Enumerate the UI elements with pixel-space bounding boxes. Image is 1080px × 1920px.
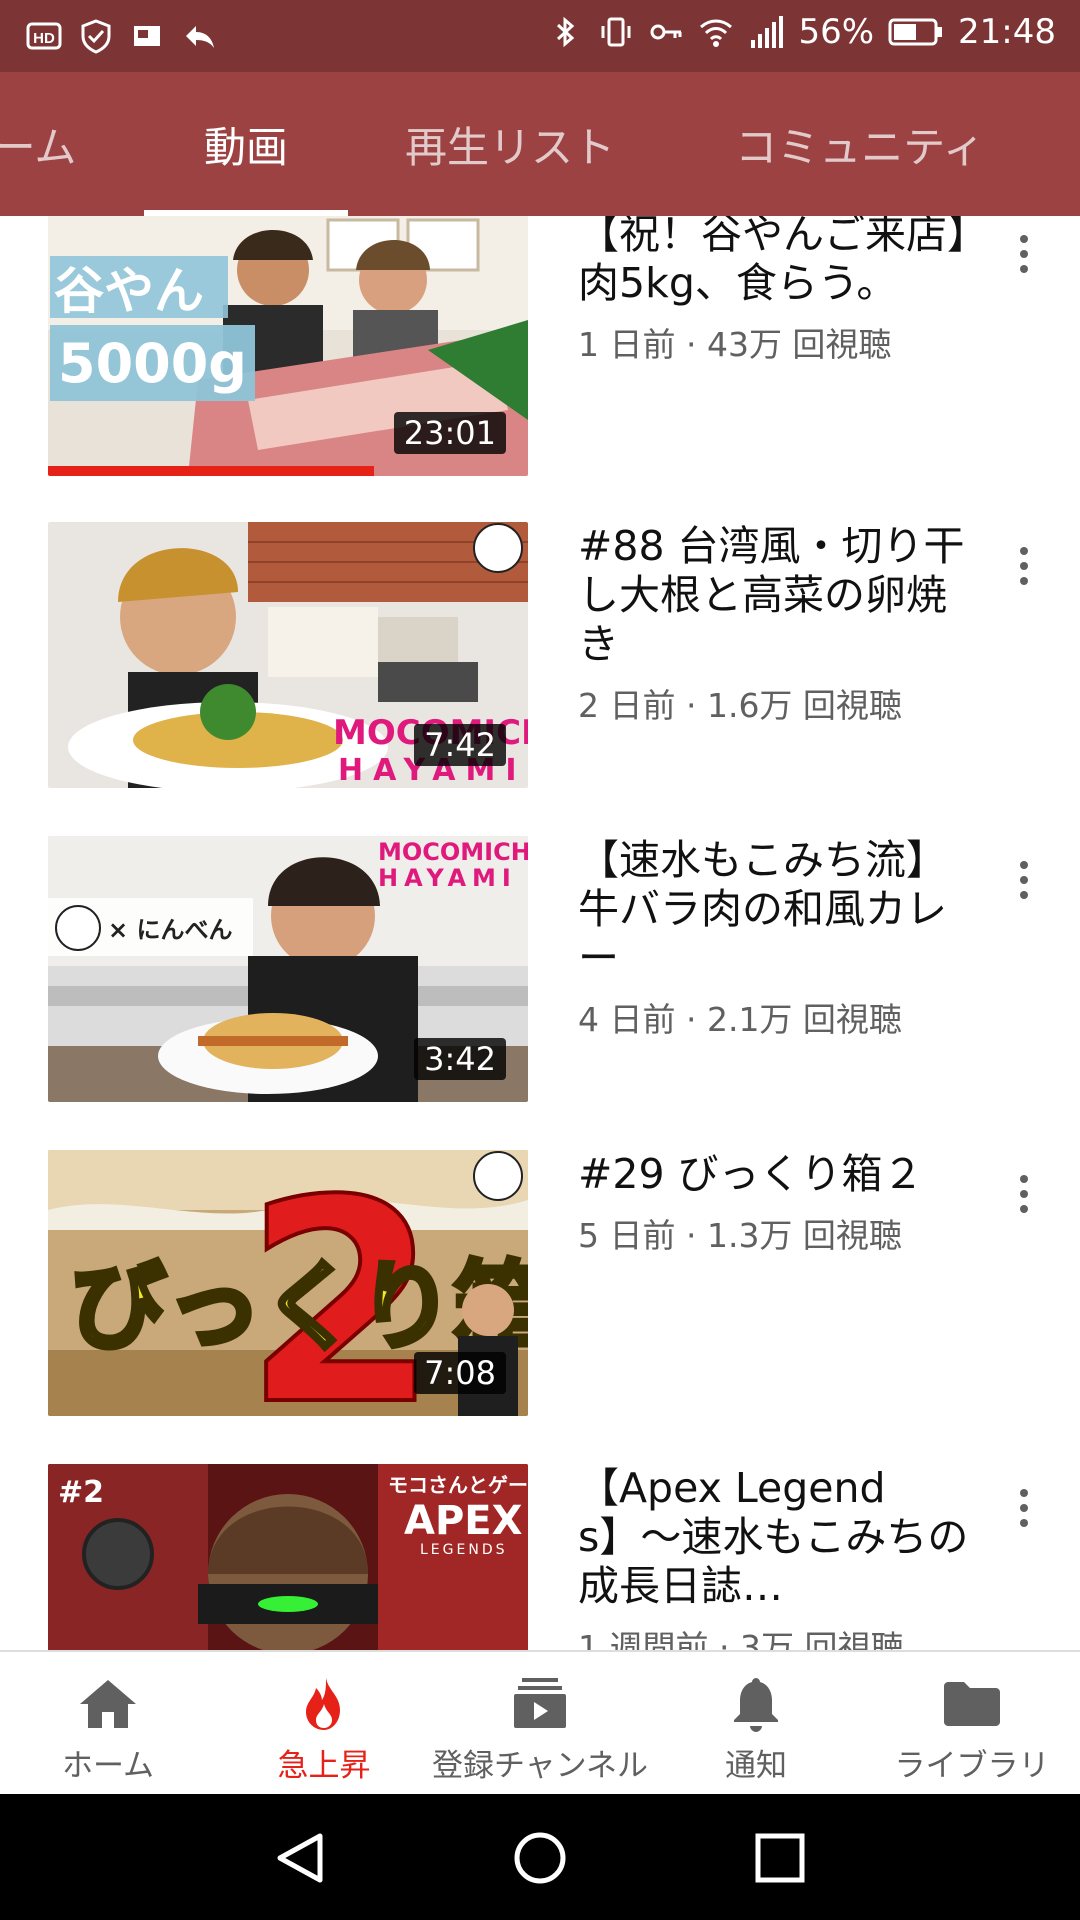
video-title[interactable]: #88 台湾風・切り干し大根と高菜の卵焼き xyxy=(578,522,978,669)
svg-text:HD: HD xyxy=(33,30,55,47)
nav-trending[interactable]: 急上昇 xyxy=(216,1652,432,1796)
thumb-text-2: モコさんとゲーム xyxy=(388,1473,528,1497)
video-thumbnail[interactable]: × にんべん MOCOMICHI HAYAMI 3:42 xyxy=(48,836,528,1102)
screen-icon xyxy=(134,26,160,46)
bell-icon xyxy=(734,1678,778,1732)
thumb-text-4: LEGENDS xyxy=(420,1542,507,1558)
thumb-text-3: APEX xyxy=(404,1498,523,1544)
thumbnail-image: #2 モコさんとゲーム APEX LEGENDS xyxy=(48,1464,528,1650)
nav-subscriptions[interactable]: 登録チャンネル xyxy=(432,1652,648,1796)
subscriptions-icon xyxy=(514,1678,566,1728)
back-triangle-icon[interactable] xyxy=(270,1830,330,1886)
video-duration: 3:42 xyxy=(414,1038,506,1080)
video-meta: 1 日前 · 43万 回視聴 xyxy=(578,325,892,364)
tab-community[interactable]: コミュニティ xyxy=(730,72,990,216)
video-meta: 5 日前 · 1.3万 回視聴 xyxy=(578,1216,902,1255)
video-info[interactable]: #29 びっくり箱２ 5 日前 · 1.3万 回視聴 xyxy=(578,1150,978,1257)
nav-library[interactable]: ライブラリ xyxy=(864,1652,1080,1796)
thumb-text-2: HAYAMI xyxy=(378,864,517,892)
thumb-text-2: 5000g xyxy=(58,332,247,395)
battery-icon xyxy=(888,18,943,46)
home-icon xyxy=(80,1680,136,1728)
more-options-icon[interactable] xyxy=(1004,536,1044,596)
status-bar: HD 56% 21:48 xyxy=(0,0,1080,72)
tab-playlists[interactable]: 再生リスト xyxy=(390,72,630,216)
tab-videos[interactable]: 動画 xyxy=(144,72,348,216)
video-meta: 2 日前 · 1.6万 回視聴 xyxy=(578,686,902,725)
thumb-text-1: MOCOMICHI xyxy=(378,838,528,866)
vibrate-icon xyxy=(601,17,631,47)
video-item[interactable]: 2 びっくり箱 7:08 #29 びっくり箱２ 5 日前 · 1.3万 回視聴 xyxy=(0,1150,1080,1420)
video-title[interactable]: 【祝！谷やんご来店】肉5kg、食らう。 xyxy=(578,216,978,308)
hd-icon: HD xyxy=(26,22,62,50)
video-item[interactable]: #2 モコさんとゲーム APEX LEGENDS 【Apex Legends】〜… xyxy=(0,1464,1080,1650)
clock: 21:48 xyxy=(958,12,1056,52)
more-options-icon[interactable] xyxy=(1004,1478,1044,1538)
video-item[interactable]: MOCOMICHI HAYAMI 7:42 #88 台湾風・切り干し大根と高菜の… xyxy=(0,522,1080,792)
video-title[interactable]: 【速水もこみち流】牛バラ肉の和風カレー xyxy=(578,836,978,983)
recents-square-icon[interactable] xyxy=(752,1830,808,1886)
video-meta: 4 日前 · 2.1万 回視聴 xyxy=(578,1000,902,1039)
nav-label: ホーム xyxy=(61,1748,155,1784)
system-navigation-bar xyxy=(0,1794,1080,1920)
video-info[interactable]: 【速水もこみち流】牛バラ肉の和風カレー 4 日前 · 2.1万 回視聴 xyxy=(578,836,978,1041)
more-options-icon[interactable] xyxy=(1004,1164,1044,1224)
video-thumbnail[interactable]: 2 びっくり箱 7:08 xyxy=(48,1150,528,1416)
video-item[interactable]: 谷やん 5000g 23:01 【祝！谷やんご来店】肉5kg、食らう。 1 日前… xyxy=(0,216,1080,480)
thumb-text-1: #2 xyxy=(58,1475,104,1510)
thumb-text-3: × にんべん xyxy=(108,916,232,944)
video-thumbnail[interactable]: 谷やん 5000g 23:01 xyxy=(48,216,528,476)
flame-icon xyxy=(306,1678,340,1730)
video-info[interactable]: 【祝！谷やんご来店】肉5kg、食らう。 1 日前 · 43万 回視聴 xyxy=(578,216,978,366)
video-info[interactable]: #88 台湾風・切り干し大根と高菜の卵焼き 2 日前 · 1.6万 回視聴 xyxy=(578,522,978,727)
tab-home[interactable]: ーム xyxy=(0,72,100,216)
video-duration: 23:01 xyxy=(393,412,506,454)
bluetooth-icon xyxy=(557,16,575,48)
video-title[interactable]: 【Apex Legends】〜速水もこみちの成長日誌… xyxy=(578,1464,978,1611)
video-title[interactable]: #29 びっくり箱２ xyxy=(578,1150,978,1199)
signal-icon xyxy=(751,16,784,48)
video-info[interactable]: 【Apex Legends】〜速水もこみちの成長日誌… 1 週間前 · 3万 回… xyxy=(578,1464,978,1650)
thumb-text-1: 谷やん xyxy=(54,262,204,320)
wifi-icon xyxy=(700,19,733,47)
video-thumbnail[interactable]: #2 モコさんとゲーム APEX LEGENDS xyxy=(48,1464,528,1650)
more-options-icon[interactable] xyxy=(1004,224,1044,284)
back-arrow-icon xyxy=(186,26,214,48)
video-thumbnail[interactable]: MOCOMICHI HAYAMI 7:42 xyxy=(48,522,528,788)
nav-notifications[interactable]: 通知 xyxy=(648,1652,864,1796)
video-duration: 7:08 xyxy=(414,1352,506,1394)
video-meta: 1 週間前 · 3万 回視聴 xyxy=(578,1628,904,1650)
nav-label: 通知 xyxy=(725,1748,787,1784)
folder-icon xyxy=(944,1682,1000,1726)
nav-label: 急上昇 xyxy=(277,1748,371,1784)
more-options-icon[interactable] xyxy=(1004,850,1044,910)
key-icon xyxy=(650,24,682,40)
bottom-navigation: ホーム 急上昇 登録チャンネル 通知 ライブラリ xyxy=(0,1650,1080,1794)
video-list[interactable]: 谷やん 5000g 23:01 【祝！谷やんご来店】肉5kg、食らう。 1 日前… xyxy=(0,216,1080,1650)
shield-icon xyxy=(81,19,111,54)
home-circle-icon[interactable] xyxy=(512,1830,568,1886)
watch-progress-bar xyxy=(48,466,375,476)
video-duration: 7:42 xyxy=(414,724,506,766)
nav-label: 登録チャンネル xyxy=(431,1748,649,1784)
channel-tab-bar: ーム 動画 再生リスト コミュニティ xyxy=(0,72,1080,216)
video-item[interactable]: × にんべん MOCOMICHI HAYAMI 3:42 【速水もこみち流】牛バ… xyxy=(0,836,1080,1106)
nav-home[interactable]: ホーム xyxy=(0,1652,216,1796)
nav-label: ライブラリ xyxy=(894,1748,1050,1784)
battery-percent: 56% xyxy=(798,12,875,52)
